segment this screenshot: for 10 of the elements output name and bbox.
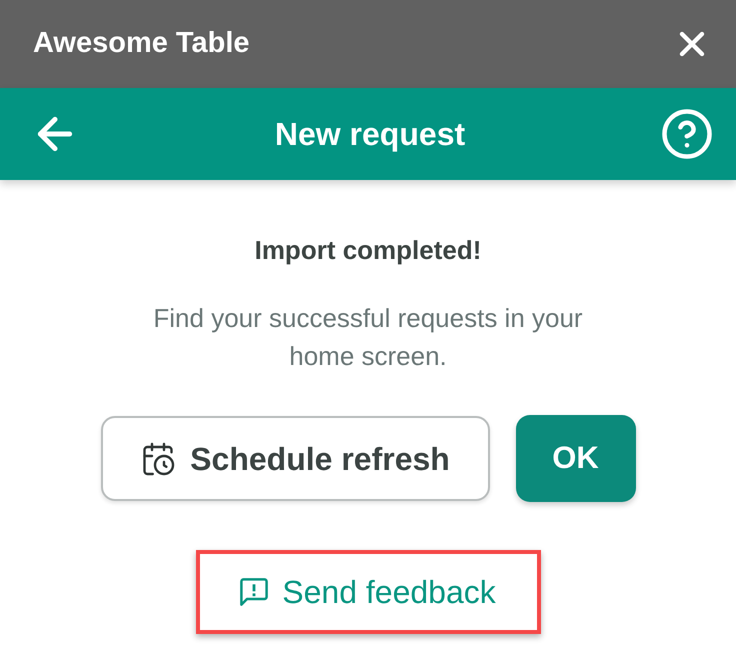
- feedback-icon: [240, 578, 268, 606]
- message-title: Import completed!: [254, 235, 482, 265]
- ok-button[interactable]: OK: [516, 415, 636, 502]
- send-feedback-link[interactable]: Send feedback: [240, 568, 496, 616]
- message-description: Find your successful requests in your home screen.: [152, 302, 584, 373]
- header-title: New request: [274, 115, 466, 154]
- window-title: Awesome Table: [33, 26, 250, 62]
- help-button[interactable]: [660, 107, 714, 161]
- schedule-refresh-button[interactable]: Schedule refresh: [100, 416, 490, 501]
- help-icon: [660, 107, 714, 161]
